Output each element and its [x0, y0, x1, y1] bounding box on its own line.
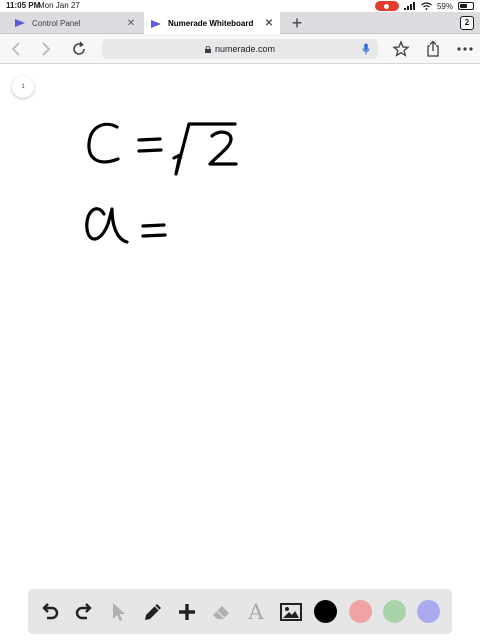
pointer-icon[interactable] — [106, 600, 130, 624]
handwritten-letter-a — [85, 207, 129, 244]
url-text: numerade.com — [214, 44, 276, 54]
cellular-signal-icon — [403, 2, 415, 10]
handwritten-digit-2 — [208, 130, 238, 166]
close-icon[interactable]: ✕ — [124, 18, 138, 29]
color-swatch-green[interactable] — [383, 600, 406, 623]
status-time: 11:05 PM — [6, 1, 41, 10]
numerade-play-icon — [151, 19, 161, 28]
pen-icon[interactable] — [141, 600, 165, 624]
status-date: Mon Jan 27 — [38, 1, 80, 10]
tab-label: Numerade Whiteboard — [168, 19, 254, 28]
redo-icon[interactable] — [72, 600, 96, 624]
handwritten-letter-c — [87, 122, 120, 164]
bookmark-star-icon[interactable] — [392, 40, 410, 58]
reload-icon[interactable] — [70, 40, 88, 58]
whiteboard-canvas[interactable]: 1 — [0, 64, 480, 640]
browser-toolbar: numerade.com — [0, 34, 480, 64]
undo-icon[interactable] — [38, 600, 62, 624]
tab-control-panel[interactable]: Control Panel ✕ — [8, 12, 142, 34]
back-icon[interactable] — [8, 40, 26, 58]
tab-bar: Control Panel ✕ Numerade Whiteboard ✕ + … — [0, 12, 480, 35]
color-swatch-blue[interactable] — [417, 600, 440, 623]
drawing-toolbar: A — [28, 589, 452, 634]
more-options-icon[interactable] — [456, 40, 474, 58]
text-icon[interactable]: A — [244, 600, 268, 624]
wifi-icon — [421, 2, 432, 10]
tab-numerade-whiteboard[interactable]: Numerade Whiteboard ✕ — [144, 12, 280, 35]
status-indicators: 59% — [374, 0, 474, 12]
color-swatch-black[interactable] — [314, 600, 337, 623]
color-swatch-red[interactable] — [349, 600, 372, 623]
status-bar: 11:05 PM Mon Jan 27 59% — [0, 0, 480, 12]
battery-icon — [458, 2, 474, 10]
numerade-play-icon — [15, 19, 25, 27]
eraser-icon[interactable] — [210, 600, 234, 624]
microphone-icon[interactable] — [362, 43, 370, 55]
handwritten-equals-1 — [137, 137, 163, 153]
battery-percentage: 59% — [436, 1, 453, 11]
lock-icon — [204, 45, 211, 53]
new-tab-button[interactable]: + — [288, 12, 306, 34]
handwriting-layer — [85, 122, 238, 244]
handwritten-equals-2 — [141, 223, 167, 238]
close-icon[interactable]: ✕ — [262, 18, 276, 29]
tab-label: Control Panel — [32, 18, 81, 28]
address-bar[interactable]: numerade.com — [102, 39, 378, 59]
image-icon[interactable] — [279, 600, 303, 624]
share-icon[interactable] — [424, 40, 442, 58]
add-icon[interactable] — [175, 600, 199, 624]
tab-overview-button[interactable]: 2 — [460, 16, 474, 30]
forward-icon[interactable] — [36, 40, 54, 58]
screen-recording-icon — [374, 1, 399, 11]
